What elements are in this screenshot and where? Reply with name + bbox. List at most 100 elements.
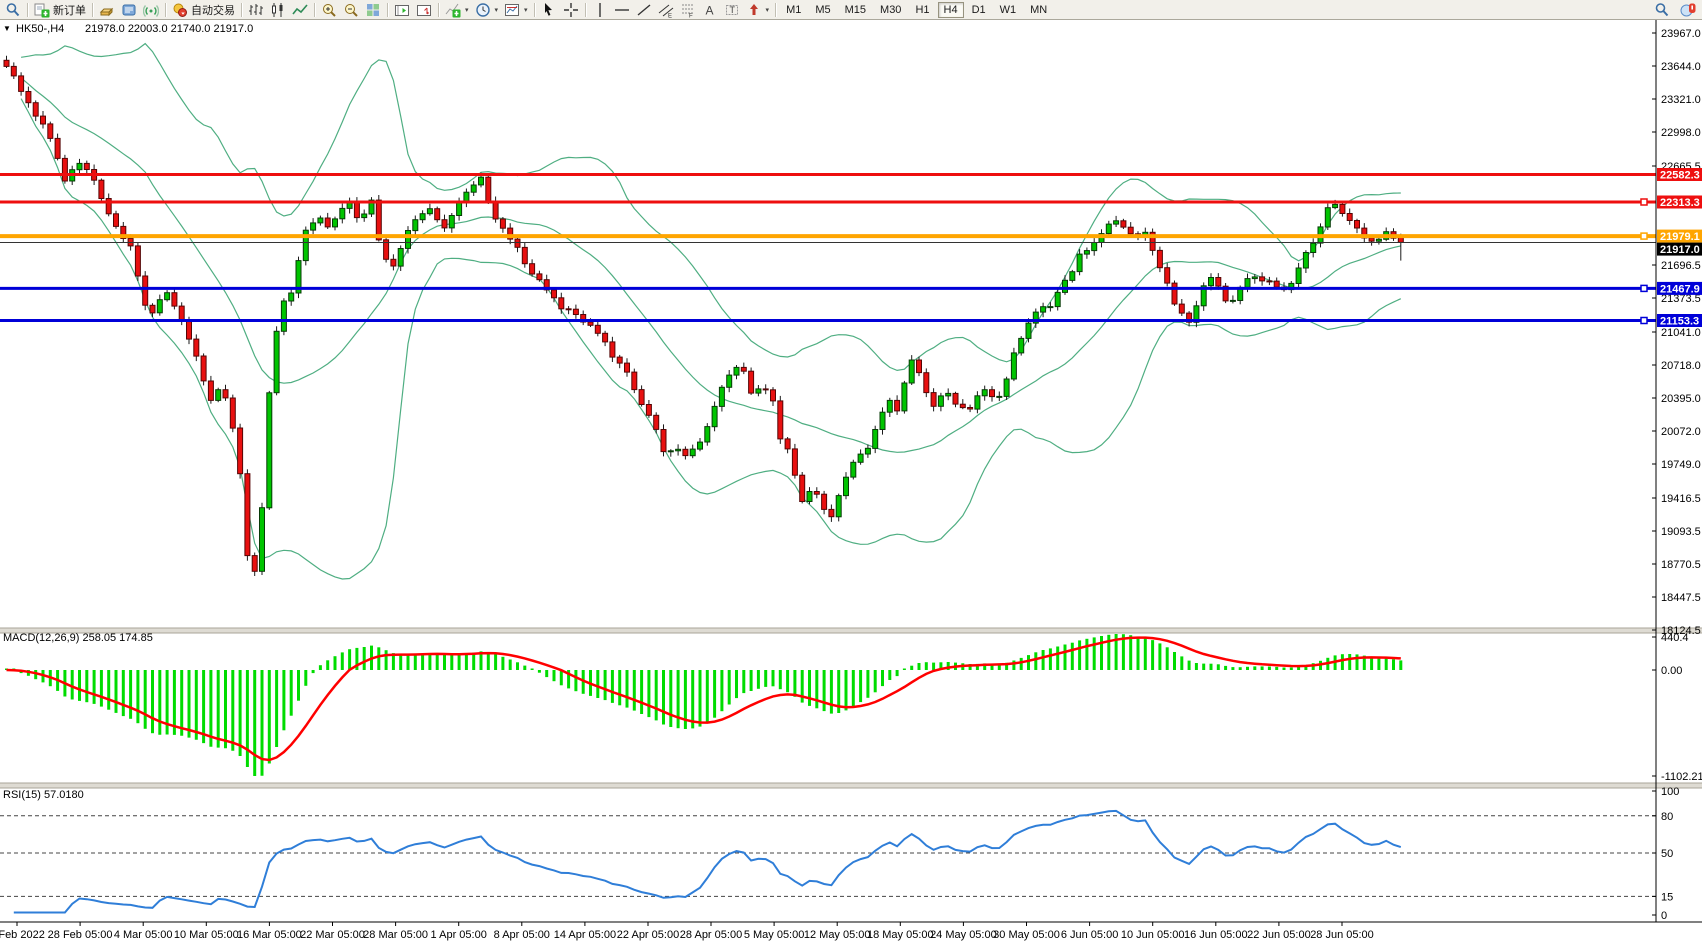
candle (953, 393, 958, 404)
hline-button[interactable] (611, 1, 633, 19)
candle (172, 293, 177, 306)
candle (844, 477, 849, 495)
rsi-indicator-label: RSI(15) 57.0180 (3, 789, 84, 801)
candle (479, 177, 484, 185)
candle (449, 216, 454, 228)
timeframe-M15-button[interactable]: M15 (839, 2, 872, 18)
candle (1004, 379, 1009, 396)
signal-button[interactable] (140, 1, 162, 19)
price-tick-label: 21696.5 (1661, 260, 1701, 272)
candle (1267, 281, 1272, 282)
candle (931, 393, 936, 407)
crosshair-button[interactable] (560, 1, 582, 19)
candle (55, 138, 60, 158)
editor-icon (121, 2, 137, 18)
candle (48, 124, 53, 138)
autoscroll-button[interactable] (413, 1, 435, 19)
timeframe-H1-button[interactable]: H1 (909, 2, 935, 18)
price-tick-label: 19093.5 (1661, 526, 1701, 538)
line-chart-icon (292, 2, 308, 18)
candle (617, 357, 622, 363)
arrows-button[interactable]: ▾ (743, 1, 773, 19)
zoom-out-button[interactable] (340, 1, 362, 19)
time-tick-label: 4 Mar 05:00 (114, 929, 173, 941)
bar-chart-button[interactable] (245, 1, 267, 19)
hline-handle (1641, 199, 1647, 205)
candle (1347, 214, 1352, 221)
search-left-button[interactable] (2, 1, 24, 19)
candle (909, 360, 914, 383)
timeframe-M5-button[interactable]: M5 (809, 2, 836, 18)
shift-chart-button[interactable] (391, 1, 413, 19)
bar-chart-icon (248, 2, 264, 18)
candle (201, 356, 206, 381)
charts-gold-button[interactable] (96, 1, 118, 19)
candle (741, 367, 746, 371)
timeframe-H4-button[interactable]: H4 (938, 2, 964, 18)
cursor-button[interactable] (538, 1, 560, 19)
help-button[interactable] (1677, 1, 1699, 19)
candle (208, 381, 213, 400)
price-tick-label: 19749.0 (1661, 459, 1701, 471)
symbol-collapse-icon[interactable]: ▼ (3, 24, 11, 33)
candle (792, 449, 797, 475)
periods-button[interactable]: ▾ (472, 1, 502, 19)
time-tick-label: 28 Mar 05:00 (363, 929, 428, 941)
candle (595, 325, 600, 333)
tile-windows-button[interactable] (362, 1, 384, 19)
indicators-button[interactable]: ▾ (442, 1, 472, 19)
line-chart-button[interactable] (289, 1, 311, 19)
candle (274, 331, 279, 392)
new-order-button-button[interactable]: 新订单 (31, 1, 89, 19)
label-button[interactable]: T (721, 1, 743, 19)
candle (267, 393, 272, 508)
pane-separator[interactable] (0, 783, 1702, 788)
fibonacci-button[interactable]: F (677, 1, 699, 19)
candle (698, 442, 703, 449)
candle (311, 223, 316, 230)
candle (610, 342, 615, 357)
timeframe-W1-button[interactable]: W1 (994, 2, 1023, 18)
vline-button[interactable] (589, 1, 611, 19)
zoom-out-icon (343, 2, 359, 18)
time-tick-label: 1 Apr 05:00 (431, 929, 487, 941)
timeframe-M1-button[interactable]: M1 (780, 2, 807, 18)
timeframe-MN-button[interactable]: MN (1024, 2, 1053, 18)
candle (1077, 254, 1082, 272)
candle-chart-button[interactable] (267, 1, 289, 19)
toolbar-separator (27, 3, 28, 17)
search-button[interactable] (1651, 1, 1673, 19)
chart-canvas[interactable]: 23967.023644.023321.022998.022665.521696… (0, 20, 1702, 943)
time-tick-label: 12 May 05:00 (804, 929, 871, 941)
zoom-in-button[interactable] (318, 1, 340, 19)
autotrading-button-button[interactable]: 自动交易 (169, 1, 238, 19)
candle (865, 448, 870, 454)
candle (1121, 221, 1126, 227)
chart-area[interactable]: 23967.023644.023321.022998.022665.521696… (0, 20, 1702, 943)
candle (260, 508, 265, 572)
arrows-icon (746, 2, 762, 18)
candle (1340, 204, 1345, 213)
candle (661, 430, 666, 452)
trendline-button[interactable] (633, 1, 655, 19)
candle (1376, 239, 1381, 241)
timeframe-D1-button[interactable]: D1 (966, 2, 992, 18)
candle (771, 390, 776, 401)
candle (1216, 278, 1221, 287)
help-icon (1680, 2, 1696, 18)
toolbar-separator (314, 3, 315, 17)
zoom-in-icon (321, 2, 337, 18)
candle (522, 247, 527, 263)
text-button[interactable]: A (699, 1, 721, 19)
timeframe-M30-button[interactable]: M30 (874, 2, 907, 18)
templates-button[interactable]: ▾ (501, 1, 531, 19)
channel-button[interactable]: E (655, 1, 677, 19)
candle (654, 415, 659, 429)
editor-button[interactable] (118, 1, 140, 19)
svg-text:E: E (668, 13, 672, 18)
price-tag-label: 21979.1 (1660, 231, 1700, 243)
pane-separator[interactable] (0, 628, 1702, 633)
candle (1179, 304, 1184, 313)
candle (734, 367, 739, 375)
macd-tick-label: -1102.21 (1661, 771, 1702, 783)
